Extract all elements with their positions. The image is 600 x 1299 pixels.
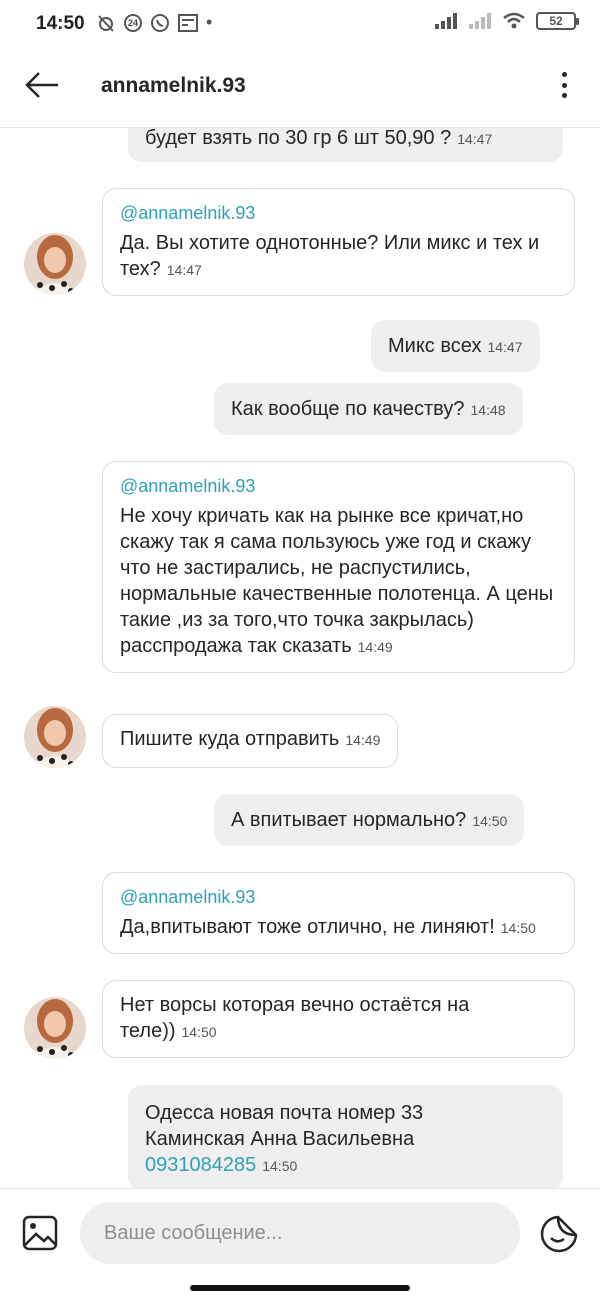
avatar[interactable]: [24, 997, 86, 1059]
message-text: Микс всех: [388, 335, 482, 357]
message-text: Как вообще по качеству?: [231, 398, 465, 420]
home-indicator[interactable]: [190, 1285, 410, 1291]
more-options-button[interactable]: [554, 70, 574, 100]
message-incoming[interactable]: Нет ворсы которая вечно остаётся на теле…: [102, 980, 575, 1058]
message-time: 14:50: [500, 920, 536, 936]
composer-bar: [0, 1188, 600, 1299]
alarm-off-icon: [96, 13, 116, 33]
message-incoming-reply[interactable]: @annamelnik.93 Да. Вы хотите однотонные?…: [102, 188, 575, 296]
message-text: Да,впитывают тоже отлично, не линяют!: [120, 916, 495, 938]
message-incoming-reply[interactable]: @annamelnik.93 Не хочу кричать как на ры…: [102, 461, 575, 673]
more-vertical-icon: [561, 72, 567, 77]
status-bar: 14:50 24 • 52: [0, 0, 600, 42]
message-time: 14:50: [472, 813, 508, 829]
message-outgoing[interactable]: Микс всех 14:47: [371, 320, 540, 372]
viber-icon: [150, 13, 170, 33]
battery-indicator: 52: [536, 12, 579, 30]
message-time: 14:50: [262, 1158, 298, 1174]
message-time: 14:49: [357, 639, 393, 655]
message-text: Нет ворсы которая вечно остаётся на теле…: [120, 994, 470, 1042]
wifi-icon: [502, 12, 526, 30]
message-input[interactable]: [80, 1202, 520, 1264]
message-time: 14:47: [487, 339, 523, 355]
arrow-left-icon: [25, 72, 58, 98]
more-dot: [561, 82, 567, 88]
reply-mention[interactable]: @annamelnik.93: [120, 200, 557, 226]
message-text: Пишите куда отправить: [120, 728, 340, 750]
status-notification-icons: 24 •: [96, 12, 212, 33]
avatar[interactable]: [24, 233, 86, 295]
message-text-line1: Одесса новая почта номер 33: [145, 1102, 424, 1124]
image-icon: [22, 1215, 58, 1251]
notification-badge: 24: [124, 13, 142, 32]
status-time: 14:50: [36, 13, 85, 34]
chat-title[interactable]: annamelnik.93: [101, 74, 246, 98]
sticker-button[interactable]: [540, 1215, 578, 1253]
gallery-button[interactable]: [22, 1215, 58, 1251]
message-time: 14:50: [181, 1024, 217, 1040]
message-time: 14:47: [166, 262, 202, 278]
dot-icon: •: [206, 12, 213, 32]
message-text: будет взять по 30 гр 6 шт 50,90 ?: [145, 127, 452, 149]
avatar[interactable]: [24, 706, 86, 768]
status-system-icons: 52: [434, 12, 579, 30]
sticker-icon: [540, 1215, 578, 1253]
reply-mention[interactable]: @annamelnik.93: [120, 884, 557, 910]
message-incoming-reply[interactable]: @annamelnik.93 Да,впитывают тоже отлично…: [102, 872, 575, 954]
message-outgoing[interactable]: Одесса новая почта номер 33 Каминская Ан…: [128, 1085, 563, 1191]
message-outgoing[interactable]: Как вообще по качеству? 14:48: [214, 383, 523, 435]
signal-icon: [434, 12, 458, 30]
chat-header: annamelnik.93: [0, 42, 600, 128]
message-outgoing[interactable]: А впитывает нормально? 14:50: [214, 794, 525, 846]
message-text: А впитывает нормально?: [231, 809, 467, 831]
news-icon: [178, 13, 198, 32]
back-button[interactable]: [24, 68, 64, 102]
more-dot: [561, 93, 567, 98]
phone-link[interactable]: 0931084285: [145, 1154, 256, 1176]
signal-weak-icon: [468, 12, 492, 30]
message-text-line2: Каминская Анна Васильевна: [145, 1128, 415, 1150]
reply-mention[interactable]: @annamelnik.93: [120, 473, 557, 499]
message-time: 14:47: [457, 131, 493, 147]
message-incoming[interactable]: Пишите куда отправить 14:49: [102, 714, 399, 768]
message-text: Не хочу кричать как на рынке все кричат,…: [120, 505, 554, 657]
message-time: 14:48: [470, 402, 506, 418]
message-time: 14:49: [345, 732, 381, 748]
